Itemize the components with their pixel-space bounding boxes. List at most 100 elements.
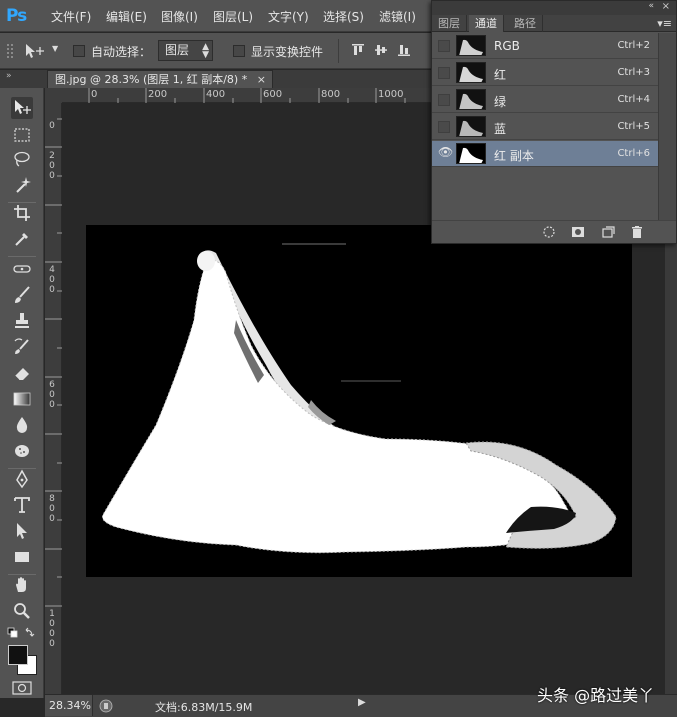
align-top-icon[interactable] [351, 43, 365, 57]
visibility-toggle[interactable] [438, 40, 450, 52]
foreground-color-swatch[interactable] [8, 645, 28, 665]
preset-dropdown-icon[interactable]: ▼ [52, 44, 58, 53]
sponge-icon [15, 445, 29, 457]
tab-channels[interactable]: 通道 [469, 15, 504, 32]
document-canvas[interactable] [86, 225, 632, 577]
channel-row-green[interactable]: 绿 Ctrl+4 [432, 87, 658, 113]
align-bottom-icon[interactable] [397, 43, 411, 57]
panel-tabs: 图层 通道 路径 ▾≡ [432, 15, 676, 32]
auto-select-dropdown[interactable]: 图层 ▲ ▼ [158, 40, 213, 61]
status-menu-arrow-icon[interactable]: ▶ [358, 697, 366, 708]
save-selection-icon[interactable] [571, 225, 585, 239]
auto-select-label: 自动选择： [91, 45, 152, 59]
channel-row-rgb[interactable]: RGB Ctrl+2 [432, 33, 658, 59]
history-brush-icon [14, 338, 29, 354]
lasso-tool[interactable] [11, 148, 33, 170]
eye-icon[interactable]: 👁 [438, 145, 453, 159]
trash-icon[interactable] [630, 225, 644, 239]
panel-menu-icon[interactable]: ▾≡ [657, 17, 672, 30]
expand-toolbar-icon[interactable]: » [6, 71, 12, 81]
healing-brush-tool[interactable] [11, 258, 33, 280]
menu-select[interactable]: 选择(S) [323, 8, 364, 25]
channel-row-red[interactable]: 红 Ctrl+3 [432, 60, 658, 86]
panel-scrollbar[interactable] [658, 33, 676, 220]
eraser-tool[interactable] [11, 362, 33, 384]
menu-edit[interactable]: 编辑(E) [106, 8, 147, 25]
vruler-label: 6 [49, 380, 55, 390]
clone-stamp-tool[interactable] [11, 310, 33, 332]
panel-title-bar: « × [432, 1, 676, 15]
shape-tool[interactable] [11, 546, 33, 568]
move-tool-icon [15, 100, 31, 114]
vruler-label: 0 [49, 171, 55, 181]
document-tab[interactable]: 图.jpg @ 28.3% (图层 1, 红 副本/8) * × [47, 70, 273, 88]
new-channel-icon[interactable] [601, 225, 615, 239]
channel-list: RGB Ctrl+2 红 Ctrl+3 绿 Ctrl+4 蓝 Ctrl+5 👁 [432, 33, 658, 220]
menu-file[interactable]: 文件(F) [51, 8, 91, 25]
load-selection-icon[interactable] [542, 225, 556, 239]
gradient-tool[interactable] [11, 388, 33, 410]
quick-mask-icon[interactable] [12, 681, 32, 695]
zoom-tool[interactable] [11, 600, 33, 622]
zoom-level-field[interactable]: 28.34% [45, 695, 93, 716]
collapse-panel-icon[interactable]: « [648, 1, 654, 11]
default-swap-colors-icon[interactable] [6, 626, 38, 640]
type-icon [14, 497, 30, 513]
vertical-ruler: 0 2 0 0 4 0 0 6 0 0 8 0 0 1 0 0 0 [45, 103, 62, 694]
brush-icon [15, 286, 30, 303]
visibility-toggle[interactable] [438, 94, 450, 106]
move-tool[interactable] [11, 97, 33, 119]
menu-type[interactable]: 文字(Y) [268, 8, 309, 25]
channel-thumbnail [456, 62, 486, 83]
vruler-label: 0 [49, 121, 55, 131]
channel-shortcut: Ctrl+6 [617, 148, 650, 159]
document-size-info: 文档:6.83M/15.9M [155, 701, 253, 714]
show-transform-checkbox[interactable] [233, 45, 245, 57]
vruler-label: 0 [49, 275, 55, 285]
status-info-icon[interactable] [99, 699, 113, 713]
align-vcenter-icon[interactable] [374, 43, 388, 57]
hand-icon [16, 577, 26, 592]
marquee-tool[interactable] [11, 124, 33, 146]
auto-select-checkbox[interactable] [73, 45, 85, 57]
hand-tool[interactable] [11, 574, 33, 596]
gradient-icon [13, 392, 31, 406]
channel-row-blue[interactable]: 蓝 Ctrl+5 [432, 114, 658, 140]
path-selection-icon [17, 523, 27, 539]
crop-tool[interactable] [11, 202, 33, 224]
channel-name: 红 副本 [494, 149, 534, 163]
tab-paths[interactable]: 路径 [508, 15, 543, 32]
document-tab-title: 图.jpg @ 28.3% (图层 1, 红 副本/8) * [55, 73, 248, 86]
visibility-toggle[interactable] [438, 121, 450, 133]
type-tool[interactable] [11, 494, 33, 516]
tab-layers[interactable]: 图层 [432, 15, 467, 32]
channel-row-red-copy[interactable]: 👁 红 副本 Ctrl+6 [432, 141, 658, 167]
visibility-toggle[interactable] [438, 67, 450, 79]
vruler-label: 1 [49, 609, 55, 619]
blur-tool[interactable] [11, 414, 33, 436]
crop-icon [14, 205, 30, 221]
path-selection-tool[interactable] [11, 520, 33, 542]
menu-filter[interactable]: 滤镜(I) [379, 8, 416, 25]
clone-stamp-icon [15, 313, 29, 328]
close-panel-icon[interactable]: × [662, 1, 670, 12]
dodge-tool[interactable] [11, 440, 33, 462]
history-brush-tool[interactable] [11, 336, 33, 358]
magic-wand-tool[interactable] [11, 174, 33, 196]
pen-tool[interactable] [11, 468, 33, 490]
brush-tool[interactable] [11, 284, 33, 306]
pen-icon [16, 469, 28, 489]
menu-image[interactable]: 图像(I) [161, 8, 198, 25]
eyedropper-tool[interactable] [11, 228, 33, 250]
zoom-icon [14, 603, 30, 619]
menu-layer[interactable]: 图层(L) [213, 8, 253, 25]
channel-shortcut: Ctrl+4 [617, 94, 650, 105]
channel-shortcut: Ctrl+3 [617, 67, 650, 78]
channel-name: 蓝 [494, 122, 507, 136]
vruler-label: 0 [49, 390, 55, 400]
ruler-label-0: 0 [91, 89, 98, 100]
move-tool-preset-icon[interactable] [24, 42, 48, 60]
vruler-label: 0 [49, 514, 55, 524]
close-icon[interactable]: × [257, 71, 266, 88]
spin-arrows-icon: ▲ ▼ [202, 42, 209, 60]
